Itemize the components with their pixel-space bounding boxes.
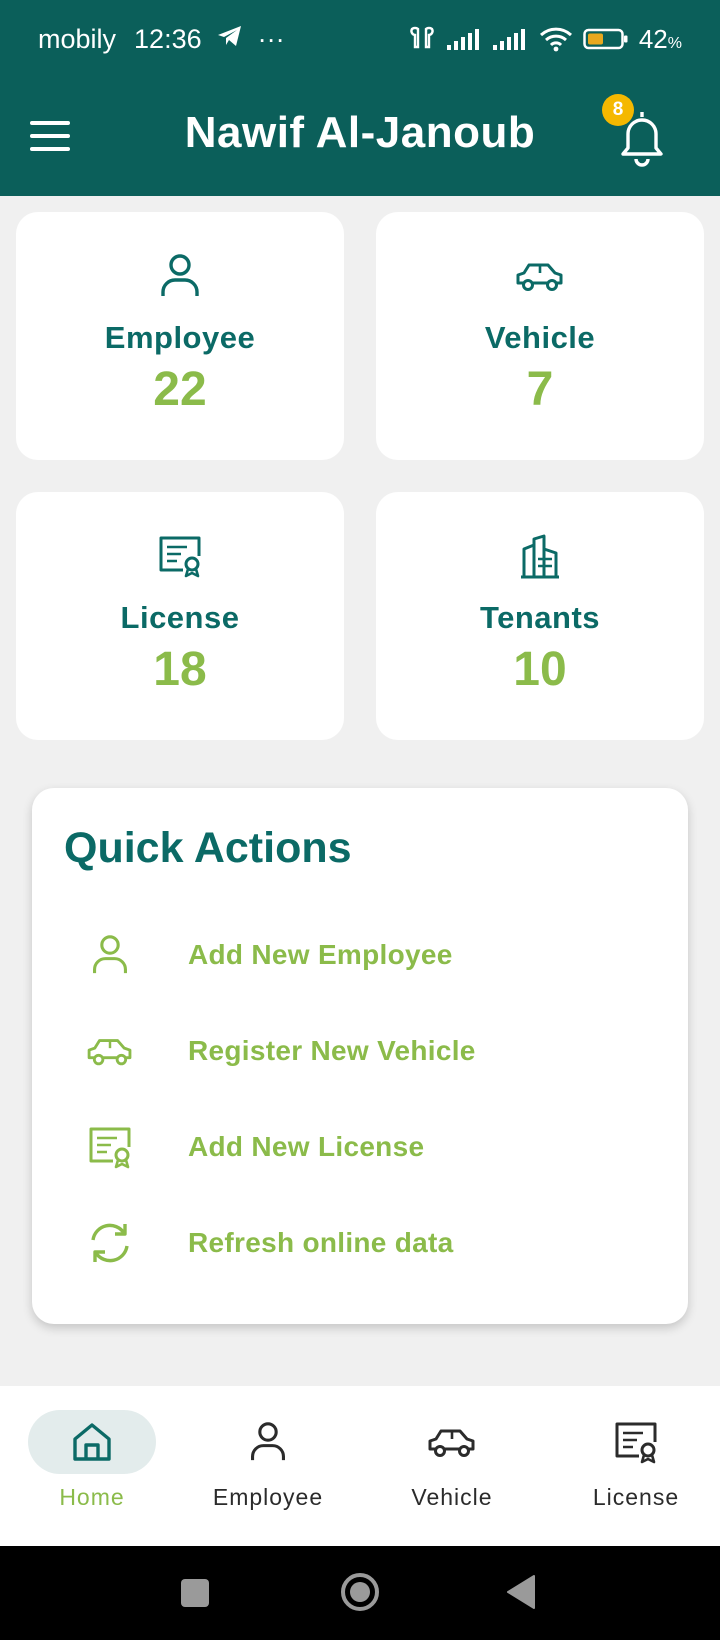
stat-value: 7	[526, 363, 554, 416]
stat-value: 22	[153, 363, 207, 416]
home-icon	[73, 1423, 111, 1461]
circle-icon	[341, 1573, 379, 1611]
clock: 12:36	[134, 23, 202, 54]
stat-label: License	[120, 600, 240, 635]
nav-icon-highlight	[28, 1410, 156, 1474]
action-label: Add New License	[188, 1131, 425, 1162]
certificate-icon	[157, 532, 203, 580]
stat-card-employee[interactable]: Employee 22	[16, 212, 344, 460]
more-notifications-icon: ···	[257, 23, 285, 54]
carrier-name: mobily	[38, 23, 117, 54]
nav-icon-wrap	[204, 1410, 332, 1474]
nav-label: Employee	[212, 1484, 324, 1510]
system-navigation-bar	[0, 1546, 720, 1640]
refresh-online-data-action[interactable]: Refresh online data	[84, 1208, 664, 1278]
nav-item-employee[interactable]: Employee	[176, 1410, 360, 1520]
signal-icon	[446, 27, 483, 51]
person-icon	[251, 1422, 285, 1461]
stat-card-tenants[interactable]: Tenants 10	[376, 492, 704, 740]
nav-item-home[interactable]: Home	[0, 1410, 184, 1520]
stat-value: 18	[153, 643, 207, 696]
refresh-icon	[84, 1220, 136, 1266]
nav-label: Home	[59, 1484, 125, 1510]
certificate-icon	[615, 1422, 657, 1464]
nav-icon-wrap	[572, 1410, 700, 1474]
person-icon	[158, 252, 202, 300]
action-label: Add New Employee	[188, 939, 453, 970]
nav-icon-wrap	[388, 1410, 516, 1474]
home-system-button[interactable]	[340, 1572, 380, 1617]
app-bar: Nawif Al-Janoub 8	[0, 78, 720, 196]
register-new-vehicle-action[interactable]: Register New Vehicle	[84, 1016, 664, 1086]
person-icon	[84, 933, 136, 977]
earbuds-icon	[407, 26, 437, 52]
status-bar: mobily 12:36 ··· 42%	[0, 0, 720, 78]
quick-actions-card: Quick Actions Add New Employee Register …	[32, 788, 688, 1324]
stat-card-license[interactable]: License 18	[16, 492, 344, 740]
car-icon	[428, 1429, 475, 1457]
stat-label: Employee	[104, 320, 256, 355]
notification-badge: 8	[602, 94, 634, 126]
bottom-navigation: Home Employee Vehicle License	[0, 1386, 720, 1546]
stat-card-vehicle[interactable]: Vehicle 7	[376, 212, 704, 460]
back-button[interactable]	[506, 1574, 536, 1615]
battery-percent: 42%	[638, 23, 682, 54]
building-icon	[518, 532, 562, 580]
stat-label: Tenants	[479, 600, 601, 635]
stat-value: 10	[513, 643, 567, 696]
car-icon	[84, 1032, 136, 1070]
wifi-icon	[539, 26, 573, 52]
certificate-icon	[84, 1125, 136, 1169]
action-label: Register New Vehicle	[188, 1035, 476, 1066]
quick-actions-title: Quick Actions	[64, 824, 352, 872]
car-icon	[514, 252, 566, 300]
add-new-employee-action[interactable]: Add New Employee	[84, 920, 664, 990]
back-triangle-icon	[507, 1575, 535, 1609]
nav-label: License	[592, 1484, 680, 1510]
telegram-icon	[216, 23, 244, 56]
nav-item-license[interactable]: License	[544, 1410, 720, 1520]
signal-icon-2	[492, 27, 529, 51]
action-label: Refresh online data	[188, 1227, 454, 1258]
recent-apps-button[interactable]	[180, 1578, 210, 1613]
battery-icon	[583, 27, 629, 51]
nav-label: Vehicle	[411, 1484, 493, 1510]
add-new-license-action[interactable]: Add New License	[84, 1112, 664, 1182]
nav-item-vehicle[interactable]: Vehicle	[360, 1410, 544, 1520]
stat-label: Vehicle	[484, 320, 596, 355]
square-icon	[181, 1579, 209, 1607]
